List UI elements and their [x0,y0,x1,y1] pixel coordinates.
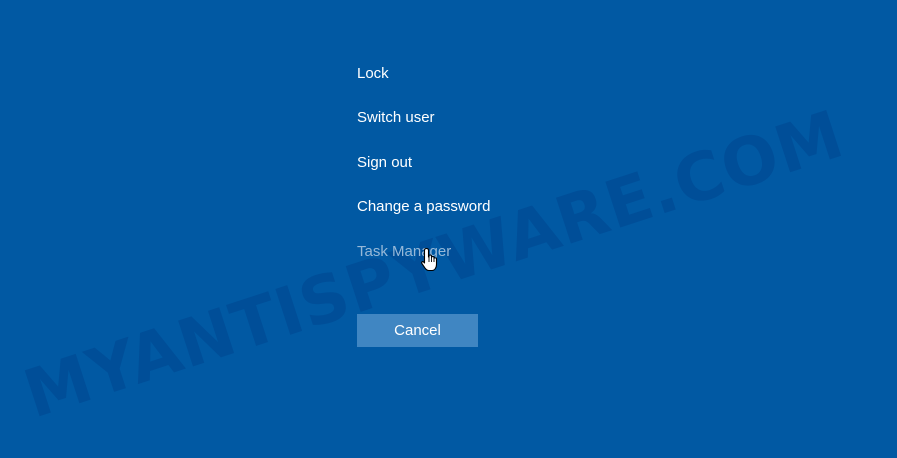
menu-item-task-manager[interactable]: Task Manager [357,240,451,264]
menu-item-change-password[interactable]: Change a password [357,195,490,219]
cancel-button[interactable]: Cancel [357,314,478,347]
watermark: MYANTISPYWARE.COM [15,95,853,434]
menu-item-switch-user[interactable]: Switch user [357,106,435,130]
menu-item-lock[interactable]: Lock [357,62,389,86]
menu-item-sign-out[interactable]: Sign out [357,151,412,175]
